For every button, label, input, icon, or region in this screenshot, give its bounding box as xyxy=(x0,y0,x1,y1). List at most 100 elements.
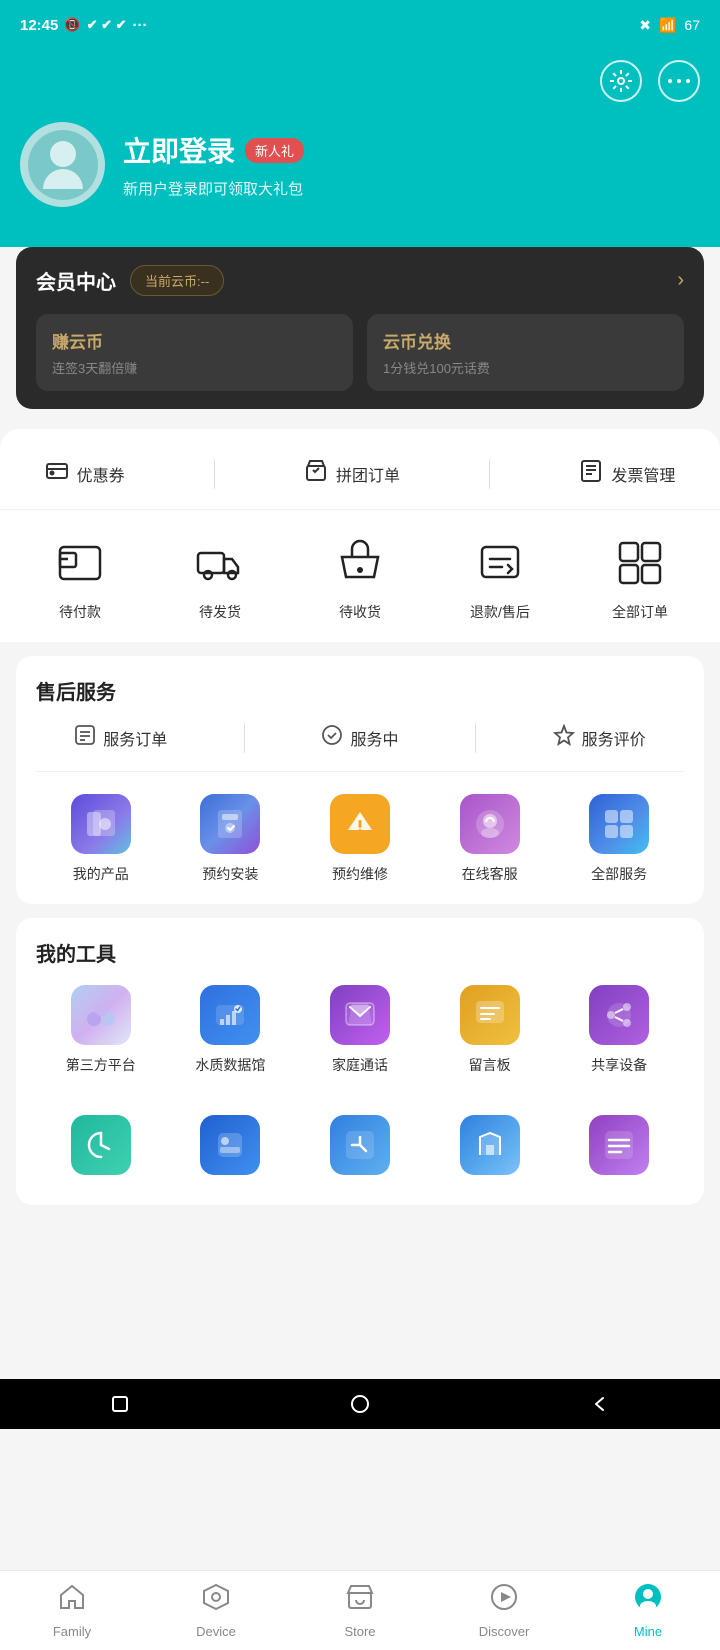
water-data-label: 水质数据馆 xyxy=(195,1055,265,1075)
my-product-label: 我的产品 xyxy=(73,864,129,884)
tool-row2-4-icon xyxy=(460,1115,520,1175)
pending-receive-label: 待收货 xyxy=(339,602,381,622)
online-service-icon xyxy=(460,794,520,854)
nav-family-label: Family xyxy=(53,1624,91,1639)
member-arrow[interactable]: › xyxy=(677,269,684,292)
profile-name-row: 立即登录 新人礼 xyxy=(123,130,700,170)
header-icons xyxy=(20,60,700,102)
pending-receive-icon xyxy=(331,534,389,592)
battery-level: 67 xyxy=(684,17,700,33)
wifi-icon: 📶 xyxy=(659,17,676,34)
status-time: 12:45 📵 ✔ ✔ ✔ ··· xyxy=(20,17,147,34)
tool-row2-4[interactable] xyxy=(425,1115,555,1175)
pending-ship-item[interactable]: 待发货 xyxy=(170,534,270,622)
avatar[interactable] xyxy=(20,122,105,207)
appointment-install-item[interactable]: 预约安装 xyxy=(180,794,280,884)
pending-ship-label: 待发货 xyxy=(199,602,241,622)
after-sale-section: 售后服务 服务订单 xyxy=(16,656,704,904)
online-service-item[interactable]: 在线客服 xyxy=(440,794,540,884)
refund-item[interactable]: 退款/售后 xyxy=(450,534,550,622)
service-review-icon xyxy=(553,724,575,752)
bottom-nav: Family Device Store Discover xyxy=(0,1570,720,1650)
service-order-label: 服务订单 xyxy=(103,726,167,750)
coin-badge: 当前云币:-- xyxy=(130,265,224,296)
in-service-icon xyxy=(321,724,343,752)
time-display: 12:45 xyxy=(20,17,58,34)
header-section: 立即登录 新人礼 新用户登录即可领取大礼包 xyxy=(0,50,720,247)
third-party-label: 第三方平台 xyxy=(66,1055,136,1075)
family-call-label: 家庭通话 xyxy=(332,1055,388,1075)
login-desc: 新用户登录即可领取大礼包 xyxy=(123,178,700,199)
exchange-desc: 1分钱兑100元话费 xyxy=(383,358,668,377)
in-service-shortcut[interactable]: 服务中 xyxy=(321,724,398,752)
pending-ship-icon xyxy=(191,534,249,592)
nav-discover[interactable]: Discover xyxy=(432,1582,576,1639)
appointment-repair-item[interactable]: 预约维修 xyxy=(310,794,410,884)
service-divider-1 xyxy=(244,723,245,753)
pending-receive-item[interactable]: 待收货 xyxy=(310,534,410,622)
dots-icon: ··· xyxy=(132,17,147,34)
invoice-shortcut[interactable]: 发票管理 xyxy=(579,459,675,489)
nav-family[interactable]: Family xyxy=(0,1582,144,1639)
service-review-label: 服务评价 xyxy=(582,726,646,750)
tools-section: 我的工具 第三方平台 xyxy=(16,918,704,1205)
member-top: 会员中心 当前云币:-- › xyxy=(36,265,684,296)
tool-row2-2[interactable] xyxy=(166,1115,296,1175)
exchange-coins-button[interactable]: 云币兑换 1分钱兑100元话费 xyxy=(367,314,684,391)
all-service-label: 全部服务 xyxy=(591,864,647,884)
invoice-icon xyxy=(579,459,603,489)
tool-row2-1[interactable] xyxy=(36,1115,166,1175)
tool-row2-5-icon xyxy=(589,1115,649,1175)
after-sale-title: 售后服务 xyxy=(36,676,684,705)
service-review-shortcut[interactable]: 服务评价 xyxy=(553,724,646,752)
my-product-item[interactable]: 我的产品 xyxy=(51,794,151,884)
all-service-icon xyxy=(589,794,649,854)
in-service-label: 服务中 xyxy=(350,726,398,750)
login-title[interactable]: 立即登录 xyxy=(123,130,235,170)
coupon-shortcut[interactable]: 优惠券 xyxy=(45,459,125,489)
tool-row2-5[interactable] xyxy=(554,1115,684,1175)
family-call-tool[interactable]: 家庭通话 xyxy=(295,985,425,1075)
pending-payment-label: 待付款 xyxy=(59,602,101,622)
nav-mine[interactable]: Mine xyxy=(576,1582,720,1639)
water-data-icon xyxy=(200,985,260,1045)
nav-device-label: Device xyxy=(196,1624,236,1639)
share-device-tool[interactable]: 共享设备 xyxy=(554,985,684,1075)
sys-back-btn[interactable] xyxy=(585,1389,615,1419)
order-shortcuts: 优惠券 拼团订单 xyxy=(0,449,720,510)
earn-coins-button[interactable]: 赚云币 连签3天翻倍赚 xyxy=(36,314,353,391)
service-order-shortcut[interactable]: 服务订单 xyxy=(74,724,167,752)
more-button[interactable] xyxy=(658,60,700,102)
tool-row2-2-icon xyxy=(200,1115,260,1175)
check-icons: ✔ ✔ ✔ xyxy=(87,17,127,33)
order-icons-grid: 待付款 待发货 xyxy=(0,510,720,642)
message-board-tool[interactable]: 留言板 xyxy=(425,985,555,1075)
tool-row2-1-icon xyxy=(71,1115,131,1175)
all-orders-item[interactable]: 全部订单 xyxy=(590,534,690,622)
signal-icon: 📵 xyxy=(64,17,80,33)
nav-store[interactable]: Store xyxy=(288,1582,432,1639)
sys-home-btn[interactable] xyxy=(345,1389,375,1419)
pending-payment-item[interactable]: 待付款 xyxy=(30,534,130,622)
tools-grid-row2 xyxy=(36,1105,684,1185)
divider-1 xyxy=(214,459,215,489)
share-device-label: 共享设备 xyxy=(591,1055,647,1075)
coupon-icon xyxy=(45,459,69,489)
share-device-icon xyxy=(589,985,649,1045)
sys-square-btn[interactable] xyxy=(105,1389,135,1419)
earn-coins-title: 赚云币 xyxy=(52,328,337,353)
tools-title: 我的工具 xyxy=(36,938,684,967)
third-party-tool[interactable]: 第三方平台 xyxy=(36,985,166,1075)
tool-row2-3[interactable] xyxy=(295,1115,425,1175)
group-order-shortcut[interactable]: 拼团订单 xyxy=(304,459,400,489)
service-divider-2 xyxy=(475,723,476,753)
all-service-item[interactable]: 全部服务 xyxy=(569,794,669,884)
invoice-label: 发票管理 xyxy=(611,462,675,486)
member-card: 会员中心 当前云币:-- › 赚云币 连签3天翻倍赚 云币兑换 1分钱兑100元… xyxy=(16,247,704,409)
my-product-icon xyxy=(71,794,131,854)
water-data-tool[interactable]: 水质数据馆 xyxy=(166,985,296,1075)
family-nav-icon xyxy=(57,1582,87,1619)
settings-button[interactable] xyxy=(600,60,642,102)
nav-device[interactable]: Device xyxy=(144,1582,288,1639)
nav-store-label: Store xyxy=(344,1624,375,1639)
